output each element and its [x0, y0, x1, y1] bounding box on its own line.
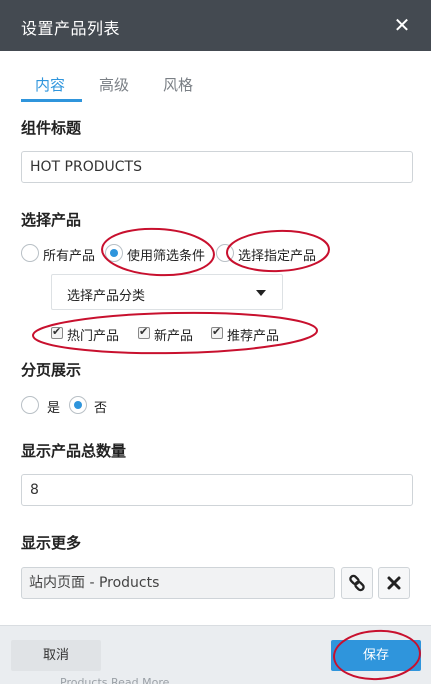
radio-all-products-label: 所有产品	[43, 249, 96, 264]
radio-specific-products-label: 选择指定产品	[238, 249, 317, 264]
radio-pagination-yes-label: 是	[47, 401, 61, 416]
checkbox-recommended-products[interactable]	[211, 325, 223, 339]
radio-pagination-no[interactable]	[69, 396, 87, 414]
link-icon[interactable]	[341, 567, 373, 599]
save-button[interactable]: 保存	[331, 640, 421, 671]
tab-content[interactable]: 内容	[35, 74, 65, 95]
total-count-input[interactable]: 8	[21, 474, 413, 506]
checkbox-hot-products[interactable]	[51, 325, 63, 339]
show-more-link-field[interactable]: 站内页面 - Products	[21, 567, 335, 599]
category-dropdown-value: 选择产品分类	[67, 289, 146, 304]
product-list-settings-dialog: 设置产品列表 ✕ 内容 高级 风格 组件标题 HOT PRODUCTS 选择产品…	[0, 0, 431, 684]
remove-icon[interactable]	[378, 567, 410, 599]
checkbox-new-products[interactable]	[138, 325, 150, 339]
active-tab-indicator	[21, 99, 82, 102]
checkbox-new-products-label: 新产品	[154, 329, 194, 344]
chevron-down-icon	[256, 290, 266, 296]
show-more-label: 显示更多	[21, 534, 82, 552]
radio-specific-products[interactable]	[216, 244, 234, 262]
radio-use-filters-label: 使用筛选条件	[127, 249, 206, 264]
radio-use-filters[interactable]	[105, 244, 123, 262]
tab-style[interactable]: 风格	[163, 74, 193, 95]
widget-title-input[interactable]: HOT PRODUCTS	[21, 151, 413, 183]
checkbox-hot-products-label: 热门产品	[67, 329, 120, 344]
radio-all-products[interactable]	[21, 244, 39, 262]
close-icon[interactable]: ✕	[392, 13, 412, 37]
cancel-button[interactable]: 取消	[11, 640, 101, 671]
category-dropdown[interactable]: 选择产品分类	[51, 274, 283, 310]
total-count-label: 显示产品总数量	[21, 442, 127, 460]
dialog-title: 设置产品列表	[21, 19, 121, 38]
widget-title-label: 组件标题	[21, 119, 82, 137]
checkbox-recommended-products-label: 推荐产品	[227, 329, 280, 344]
radio-pagination-yes[interactable]	[21, 396, 39, 414]
radio-pagination-no-label: 否	[94, 401, 108, 416]
product-select-label: 选择产品	[21, 211, 82, 229]
background-partial-text: Products Read More	[60, 676, 170, 684]
tab-advanced[interactable]: 高级	[99, 74, 129, 95]
pagination-label: 分页展示	[21, 361, 82, 379]
dialog-titlebar: 设置产品列表 ✕	[0, 0, 431, 51]
